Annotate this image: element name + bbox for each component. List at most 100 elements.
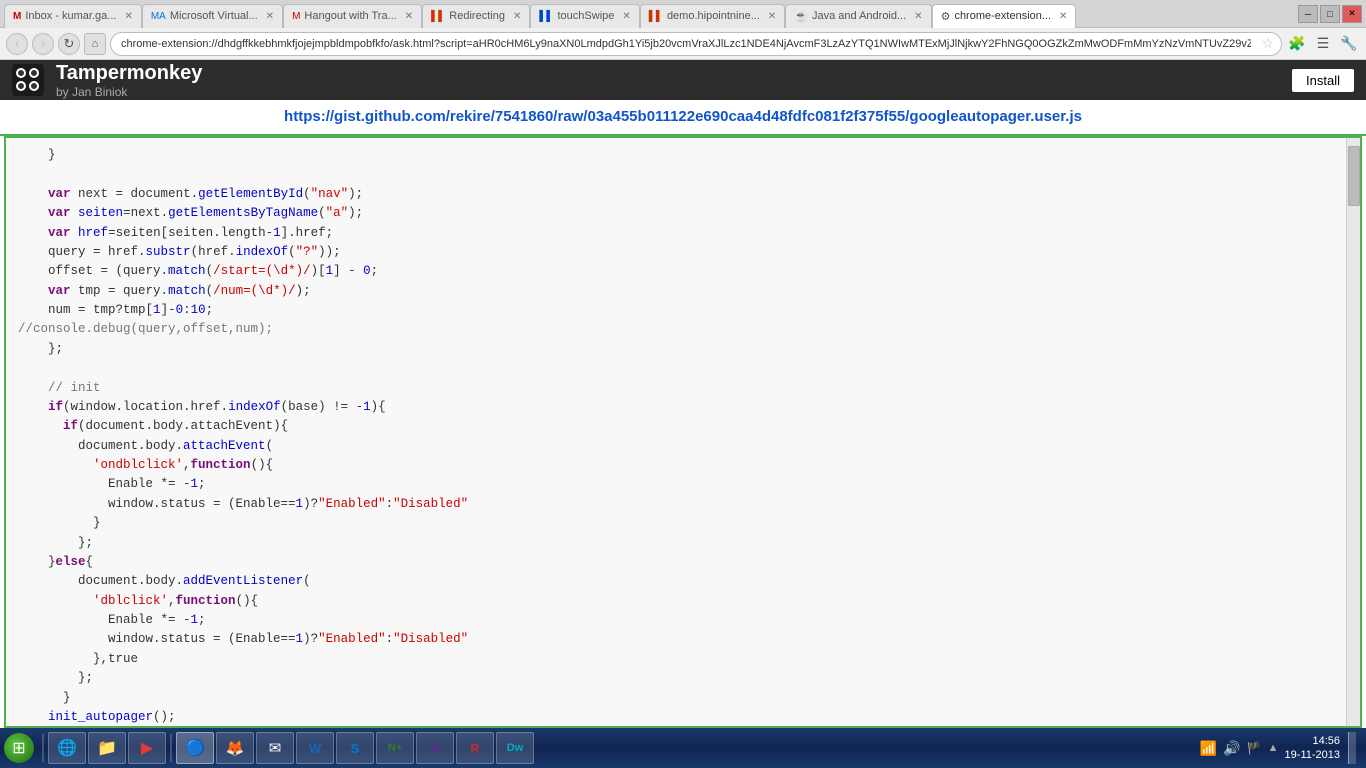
tab-hangout[interactable]: M Hangout with Tra... ✕ <box>283 4 422 28</box>
install-button[interactable]: Install <box>1292 69 1354 92</box>
nav-bar: ‹ › ↻ ⌂ ☆ 🧩 ☰ 🔧 <box>0 28 1366 60</box>
minimize-button[interactable]: ─ <box>1298 5 1318 23</box>
code-line: 'dblclick',function(){ <box>18 592 1334 611</box>
code-line: } <box>18 146 1334 165</box>
tab-close-icon[interactable]: ✕ <box>1059 11 1067 22</box>
tab-label: Java and Android... <box>812 10 906 22</box>
notepadpp-icon: N+ <box>385 738 405 758</box>
code-line: document.body.attachEvent( <box>18 437 1334 456</box>
taskbar-app1[interactable]: ≡ <box>416 732 454 764</box>
tab-close-icon[interactable]: ✕ <box>622 11 630 22</box>
taskbar-explorer[interactable]: 📁 <box>88 732 126 764</box>
tab-favicon: MA <box>151 11 166 22</box>
settings-button[interactable]: ☰ <box>1312 33 1334 55</box>
taskbar-mail[interactable]: ✉ <box>256 732 294 764</box>
tab-close-icon[interactable]: ✕ <box>405 11 413 22</box>
back-button[interactable]: ‹ <box>6 33 28 55</box>
code-line: }; <box>18 534 1334 553</box>
taskbar-media[interactable]: ▶ <box>128 732 166 764</box>
taskbar-app2[interactable]: R <box>456 732 494 764</box>
chrome-icon: 🔵 <box>185 738 205 758</box>
tab-java[interactable]: ☕ Java and Android... ✕ <box>785 4 931 28</box>
system-clock[interactable]: 14:56 19-11-2013 <box>1285 734 1340 763</box>
code-line <box>18 359 1334 378</box>
tab-label: Hangout with Tra... <box>304 10 396 22</box>
tampermonkey-logo <box>12 64 44 96</box>
code-line: var href=seiten[seiten.length-1].href; <box>18 224 1334 243</box>
code-scroll[interactable]: } var next = document.getElementById("na… <box>6 138 1346 726</box>
extensions-button[interactable]: 🧩 <box>1286 33 1308 55</box>
network-icon[interactable]: 📶 <box>1200 740 1217 757</box>
tab-label: Redirecting <box>449 10 505 22</box>
address-bar-container: ☆ <box>110 32 1282 56</box>
flag-icon[interactable]: 🏴 <box>1247 741 1262 755</box>
script-url-link[interactable]: https://gist.github.com/rekire/7541860/r… <box>284 108 1082 125</box>
tab-close-icon[interactable]: ✕ <box>266 11 274 22</box>
code-line: if(document.body.attachEvent){ <box>18 417 1334 436</box>
tab-close-icon[interactable]: ✕ <box>124 11 132 22</box>
reload-button[interactable]: ↻ <box>58 33 80 55</box>
address-bar[interactable] <box>110 32 1282 56</box>
tab-favicon: ▌▌ <box>539 11 553 22</box>
logo-circle-bl <box>16 81 26 91</box>
code-line: var seiten=next.getElementsByTagName("a"… <box>18 204 1334 223</box>
taskbar-firefox[interactable]: 🦊 <box>216 732 254 764</box>
browser-frame: M Inbox - kumar.ga... ✕ MA Microsoft Vir… <box>0 0 1366 768</box>
taskbar-notepadpp[interactable]: N+ <box>376 732 414 764</box>
start-button[interactable]: ⊞ <box>4 733 34 763</box>
skype-icon: S <box>345 738 365 758</box>
tab-close-icon[interactable]: ✕ <box>513 11 521 22</box>
tab-demo[interactable]: ▌▌ demo.hipointnine... ✕ <box>640 4 786 28</box>
code-line: }else{ <box>18 553 1334 572</box>
app1-icon: ≡ <box>425 738 445 758</box>
code-line: Enable *= -1; <box>18 611 1334 630</box>
firefox-icon: 🦊 <box>225 738 245 758</box>
taskbar-chrome[interactable]: 🔵 <box>176 732 214 764</box>
code-line: }; <box>18 340 1334 359</box>
tab-favicon: ☕ <box>794 10 808 23</box>
maximize-button[interactable]: □ <box>1320 5 1340 23</box>
tab-close-icon[interactable]: ✕ <box>768 11 776 22</box>
app2-icon: R <box>465 738 485 758</box>
ext-name: Tampermonkey <box>56 62 202 85</box>
tab-chrome-ext[interactable]: ⚙ chrome-extension... ✕ <box>932 4 1077 28</box>
forward-button[interactable]: › <box>32 33 54 55</box>
show-desktop-button[interactable] <box>1348 732 1356 764</box>
home-button[interactable]: ⌂ <box>84 33 106 55</box>
clock-time: 14:56 <box>1285 734 1340 748</box>
logo-circle-br <box>29 81 39 91</box>
taskbar-ie[interactable]: 🌐 <box>48 732 86 764</box>
close-button[interactable]: ✕ <box>1342 5 1362 23</box>
code-line: document.body.addEventListener( <box>18 572 1334 591</box>
tab-favicon: ▌▌ <box>649 11 663 22</box>
mail-icon: ✉ <box>265 738 285 758</box>
code-line: },true <box>18 650 1334 669</box>
window-controls: ─ □ ✕ <box>1298 5 1362 23</box>
code-line: } <box>18 514 1334 533</box>
tab-ms-virtual[interactable]: MA Microsoft Virtual... ✕ <box>142 4 283 28</box>
scrollbar-track[interactable] <box>1346 138 1360 726</box>
taskbar-word[interactable]: W <box>296 732 334 764</box>
tab-bar: M Inbox - kumar.ga... ✕ MA Microsoft Vir… <box>4 0 1076 28</box>
code-line: 'ondblclick',function(){ <box>18 456 1334 475</box>
tab-close-icon[interactable]: ✕ <box>914 11 922 22</box>
taskbar-dreamweaver[interactable]: Dw <box>496 732 534 764</box>
taskbar-divider <box>42 734 44 762</box>
taskbar-skype[interactable]: S <box>336 732 374 764</box>
system-tray: 📶 🔊 🏴 ▲ 14:56 19-11-2013 <box>1200 732 1362 764</box>
scrollbar-thumb[interactable] <box>1348 146 1360 206</box>
wrench-button[interactable]: 🔧 <box>1338 33 1360 55</box>
clock-date: 19-11-2013 <box>1285 748 1340 762</box>
tab-inbox[interactable]: M Inbox - kumar.ga... ✕ <box>4 4 142 28</box>
tab-redirecting[interactable]: ▌▌ Redirecting ✕ <box>422 4 530 28</box>
volume-icon[interactable]: 🔊 <box>1223 740 1240 757</box>
code-line: Enable *= -1; <box>18 475 1334 494</box>
code-line: var tmp = query.match(/num=(\d*)/); <box>18 282 1334 301</box>
bookmark-icon[interactable]: ☆ <box>1261 35 1274 52</box>
tab-touchswipe[interactable]: ▌▌ touchSwipe ✕ <box>530 4 639 28</box>
dreamweaver-icon: Dw <box>505 738 525 758</box>
nav-extras: 🧩 ☰ 🔧 <box>1286 33 1360 55</box>
code-line: query = href.substr(href.indexOf("?")); <box>18 243 1334 262</box>
tray-arrow[interactable]: ▲ <box>1268 742 1279 754</box>
windows-logo-icon: ⊞ <box>12 738 25 758</box>
